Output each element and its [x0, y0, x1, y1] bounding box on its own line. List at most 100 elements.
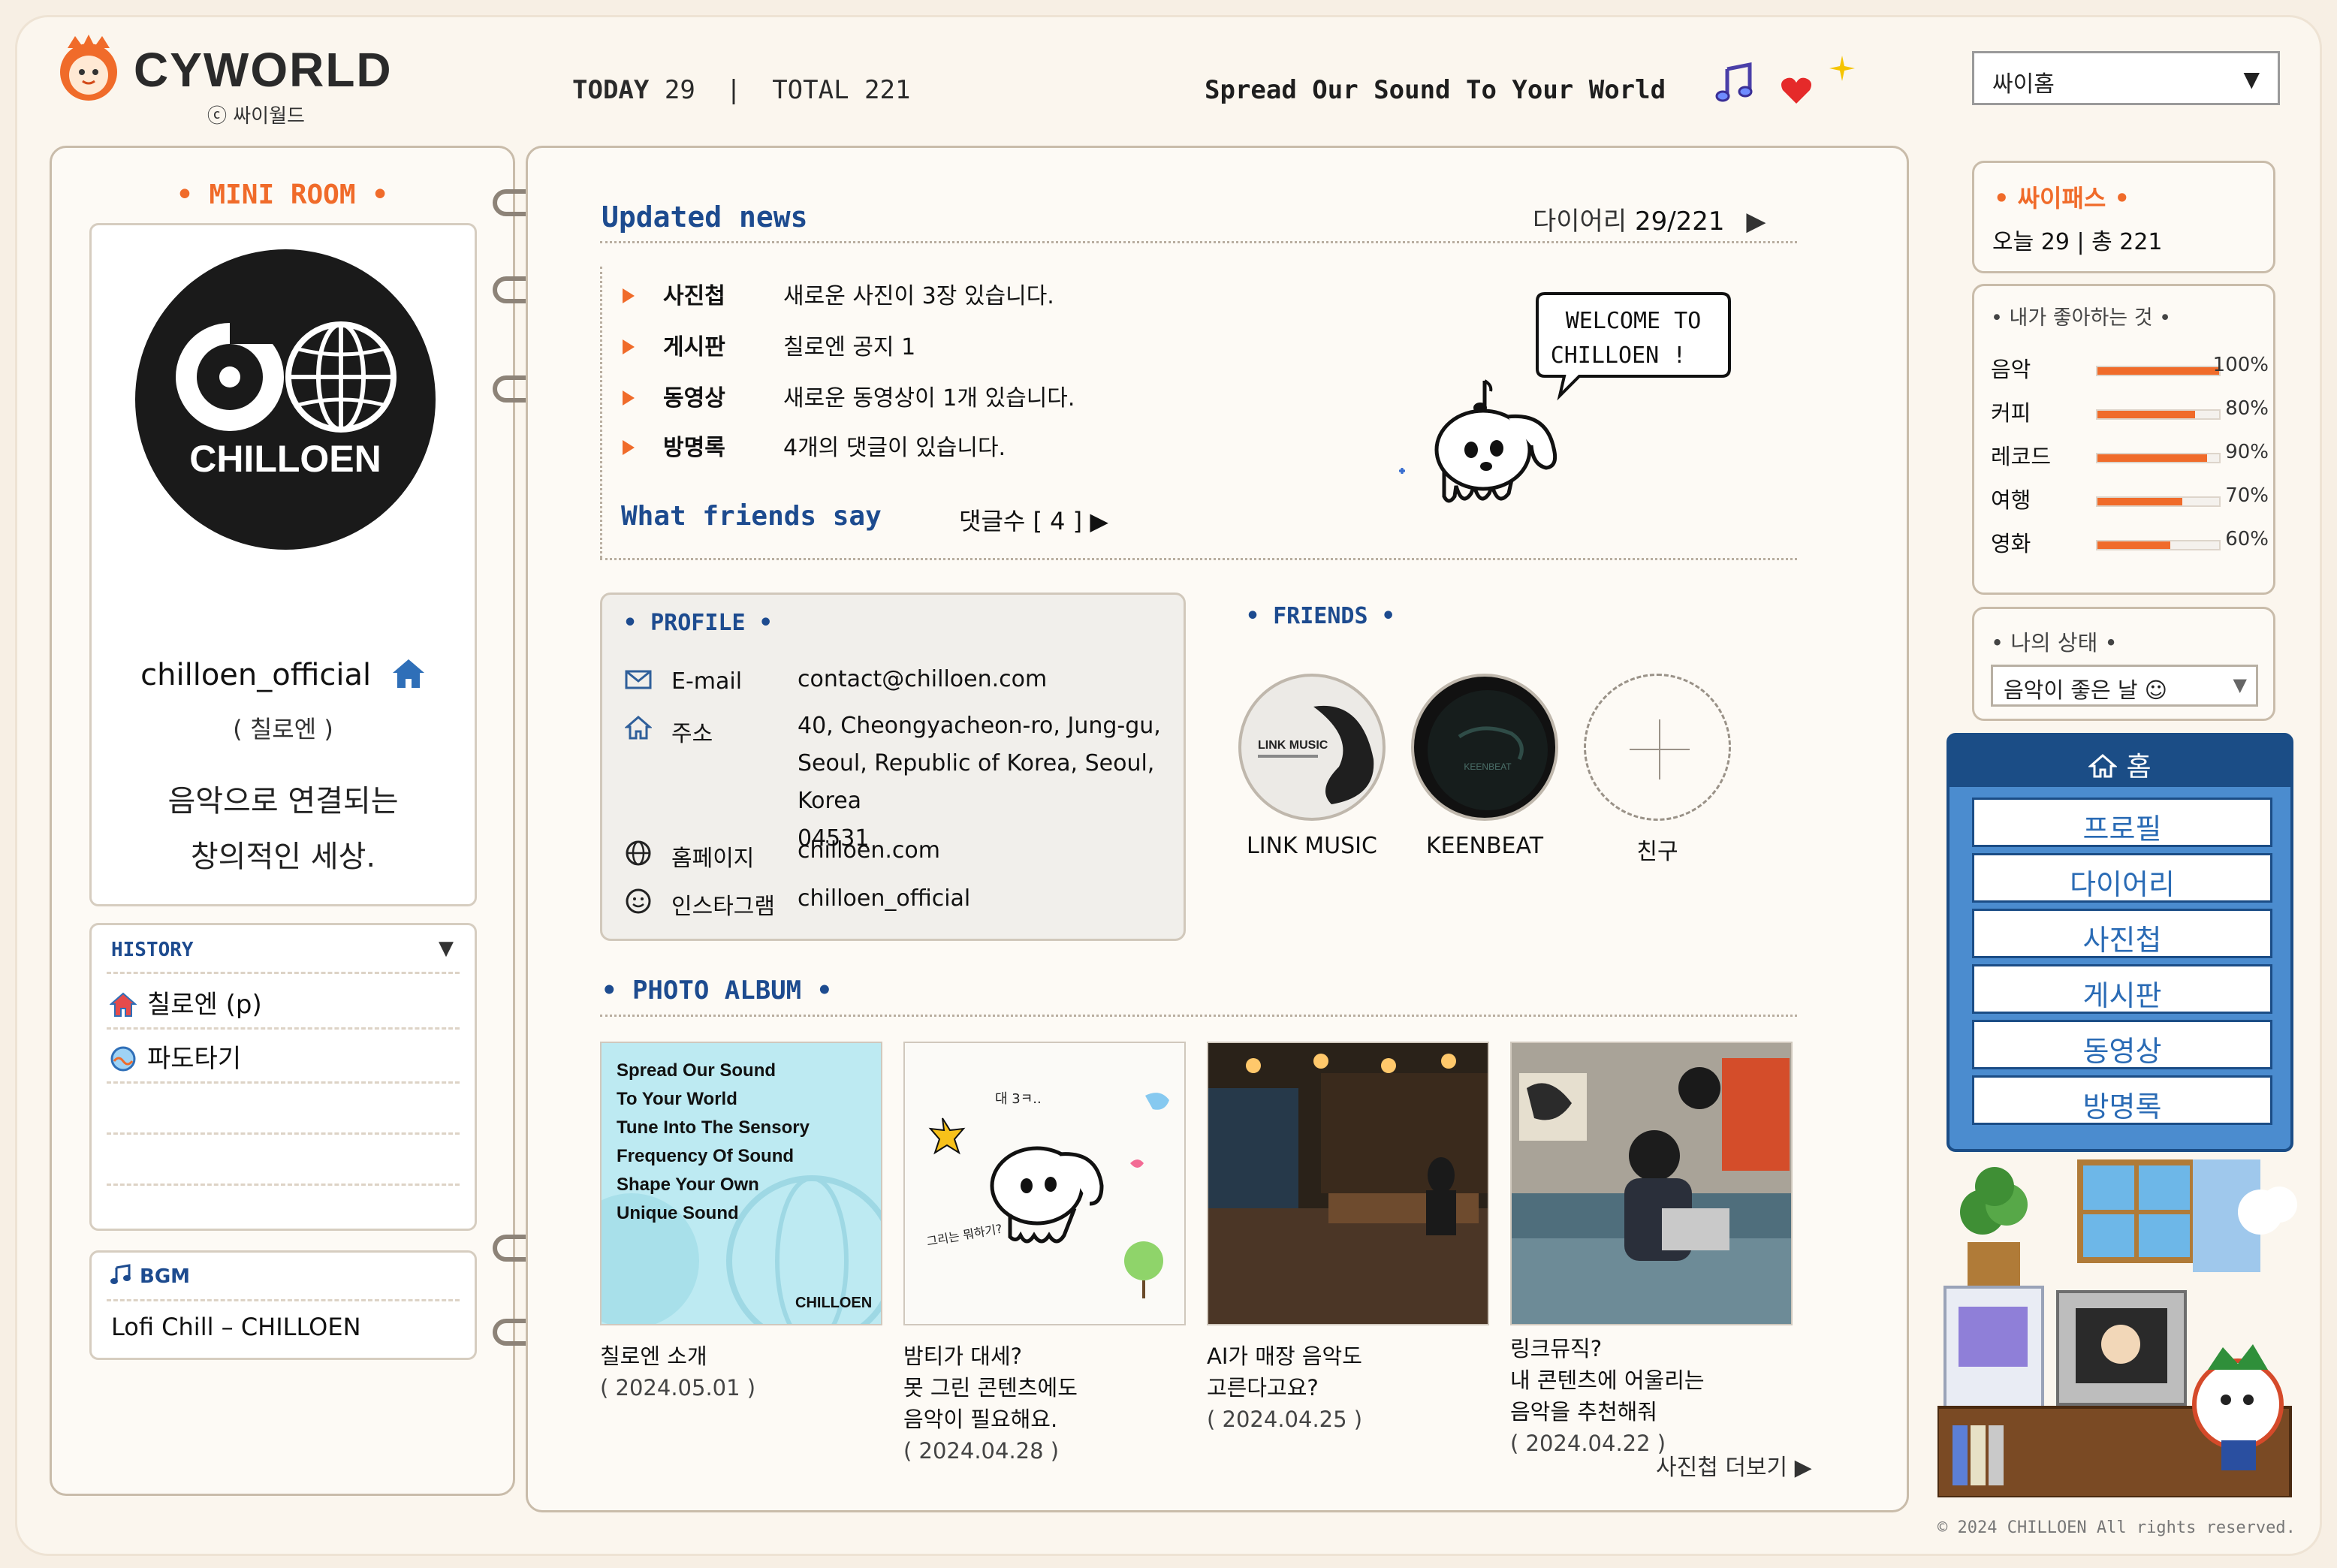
nav-tab-photos[interactable]: 사진첩 — [1972, 909, 2272, 958]
caption-date: ( 2024.04.25 ) — [1207, 1407, 1363, 1432]
total-label: TOTAL — [772, 75, 849, 105]
photo-caption[interactable]: 칠로엔 소개 ( 2024.05.01 ) — [600, 1340, 755, 1404]
main-content: Updated news 다이어리 29/221 ▶ 사진첩 새로운 사진이 3장… — [526, 146, 1909, 1512]
friend-avatar[interactable]: KEENBEAT — [1411, 674, 1558, 821]
friend-name[interactable]: 친구 — [1567, 833, 1747, 866]
news-text: 새로운 사진이 3장 있습니다. — [783, 283, 1054, 309]
site-select-dropdown[interactable]: 싸이홈 ▼ — [1972, 51, 2280, 105]
profile-card: • PROFILE • E-mail contact@chilloen.com … — [600, 593, 1186, 941]
nav-tab-board[interactable]: 게시판 — [1972, 964, 2272, 1014]
keenbeat-logo: KEENBEAT — [1428, 690, 1548, 810]
today-label: TODAY — [572, 75, 650, 105]
smiley-icon — [626, 888, 651, 914]
email-value[interactable]: contact@chilloen.com — [798, 661, 1188, 698]
chevron-down-icon: ▼ — [2233, 674, 2247, 695]
updated-news-title: Updated news — [602, 201, 808, 234]
comment-count[interactable]: 댓글수 [ 4 ] ▶ — [959, 502, 1108, 537]
home-icon — [109, 992, 137, 1017]
photo-caption[interactable]: 밤티가 대세? 못 그린 콘텐츠에도 음악이 필요해요. ( 2024.04.2… — [903, 1340, 1078, 1467]
doodle-dog-image: 대 3ㅋ.. 그리는 뭐하기? — [925, 1091, 1169, 1298]
like-percent: 80% — [2225, 397, 2269, 420]
brand-name: CYWORLD — [134, 43, 393, 97]
friend-name[interactable]: KEENBEAT — [1395, 833, 1575, 859]
keenbeat-logo-text: KEENBEAT — [1464, 761, 1512, 772]
like-row: 여행 70% — [1991, 483, 2269, 513]
caption-title: 밤티가 대세? — [903, 1343, 1023, 1369]
what-friends-say-link[interactable]: What friends say — [621, 501, 882, 532]
like-name: 영화 — [1991, 531, 2031, 556]
bgm-track[interactable]: Lofi Chill – CHILLOEN — [111, 1313, 361, 1341]
bullet-triangle-icon — [623, 440, 635, 455]
home-outline-icon — [625, 716, 652, 740]
photo-thumbnail[interactable] — [1510, 1042, 1793, 1325]
motto-line: 음악으로 연결되는 — [167, 784, 399, 819]
news-row[interactable]: 방명록 4개의 댓글이 있습니다. — [623, 429, 1006, 462]
address-line: Seoul, Republic of Korea, Seoul, Korea — [798, 750, 1155, 814]
like-bar-track — [2096, 366, 2221, 376]
cyworld-mascot-icon — [60, 35, 117, 101]
like-name: 여행 — [1991, 487, 2031, 513]
friend-avatar[interactable]: LINK MUSIC — [1238, 674, 1386, 821]
friend-name[interactable]: LINK MUSIC — [1222, 833, 1402, 859]
chevron-down-icon[interactable]: ▼ — [439, 937, 454, 960]
sparkle-icon — [1829, 56, 1855, 81]
news-category: 방명록 — [663, 435, 725, 461]
news-text: 4개의 댓글이 있습니다. — [783, 435, 1006, 461]
cafe-interior-image — [1208, 1043, 1488, 1324]
like-bar-track — [2096, 453, 2221, 463]
bullet-triangle-icon — [623, 288, 635, 303]
history-box: HISTORY ▼ 칠로엔 (p) 파도타기 — [89, 923, 477, 1231]
photo-thumbnail[interactable]: 대 3ㅋ.. 그리는 뭐하기? — [903, 1042, 1186, 1325]
photo-caption[interactable]: 링크뮤직? 내 콘텐츠에 어울리는 음악을 추천해줘 ( 2024.04.22 … — [1510, 1333, 1705, 1459]
history-item[interactable]: 파도타기 — [110, 1038, 241, 1075]
news-row[interactable]: 게시판 칠로엔 공지 1 — [623, 328, 915, 361]
caption-title: AI가 매장 음악도 — [1207, 1343, 1362, 1369]
poster-text-line: Spread Our Sound — [617, 1060, 776, 1081]
mood-select-dropdown[interactable]: 음악이 좋은 날 ☺ ▼ — [1991, 665, 2258, 707]
history-item-label: 칠로엔 (p) — [147, 990, 262, 1020]
history-item[interactable]: 칠로엔 (p) — [109, 984, 262, 1021]
chevron-down-icon: ▼ — [2243, 67, 2260, 92]
photo-thumbnail[interactable]: Spread Our Sound To Your World Tune Into… — [600, 1042, 882, 1325]
nav-tab-profile[interactable]: 프로필 — [1972, 798, 2272, 847]
play-arrow-icon: ▶ — [1746, 207, 1766, 237]
like-percent: 100% — [2212, 354, 2269, 376]
homepage-link[interactable]: chilloen.com — [798, 832, 1188, 870]
likes-card: • 내가 좋아하는 것 • 음악 100% 커피 80% 레코드 90% 여행 … — [1972, 284, 2275, 595]
like-row: 레코드 90% — [1991, 439, 2269, 469]
caption-title: 고른다고요? — [1207, 1375, 1319, 1401]
profile-title: • PROFILE • — [623, 610, 773, 636]
bgm-title-text: BGM — [140, 1265, 191, 1288]
nav-tab-guestbook[interactable]: 방명록 — [1972, 1075, 2272, 1125]
instagram-link[interactable]: chilloen_official — [798, 880, 1188, 918]
mood-title: • 나의 상태 • — [1991, 630, 2118, 656]
nav-tab-diary[interactable]: 다이어리 — [1972, 853, 2272, 903]
more-photos-link[interactable]: 사진첩 더보기 ▶ — [1656, 1449, 1812, 1482]
site-select-value: 싸이홈 — [1992, 71, 2055, 98]
username: chilloen_official — [92, 658, 475, 692]
username-text: chilloen_official — [140, 658, 372, 692]
photo-thumbnail[interactable] — [1207, 1042, 1489, 1325]
brand-subtitle: ⓒ 싸이월드 — [207, 105, 305, 128]
caption-title: 음악이 필요해요. — [903, 1407, 1058, 1432]
like-bar-track — [2096, 540, 2221, 550]
cypass-card: • 싸이패스 • 오늘 29 | 총 221 — [1972, 161, 2275, 273]
nav-home-tab[interactable]: 홈 — [1950, 736, 2290, 787]
cyworld-logo[interactable]: CYWORLD ⓒ 싸이월드 — [53, 29, 391, 128]
news-row[interactable]: 사진첩 새로운 사진이 3장 있습니다. — [623, 277, 1054, 310]
diary-counter[interactable]: 다이어리 29/221 ▶ — [1533, 201, 1766, 237]
news-row[interactable]: 동영상 새로운 동영상이 1개 있습니다. — [623, 379, 1075, 412]
nav-tab-videos[interactable]: 동영상 — [1972, 1020, 2272, 1069]
caption-title: 링크뮤직? — [1510, 1336, 1603, 1361]
like-bar-track — [2096, 496, 2221, 507]
caption-title: 못 그린 콘텐츠에도 — [903, 1375, 1078, 1401]
caption-date: ( 2024.04.28 ) — [903, 1438, 1060, 1464]
divider — [107, 1184, 460, 1186]
mood-card: • 나의 상태 • 음악이 좋은 날 ☺ ▼ — [1972, 607, 2275, 721]
person-laptop-image — [1512, 1043, 1791, 1324]
home-icon[interactable] — [391, 658, 426, 689]
add-friend-button[interactable] — [1584, 674, 1731, 821]
divider — [107, 1027, 460, 1030]
photo-caption[interactable]: AI가 매장 음악도 고른다고요? ( 2024.04.25 ) — [1207, 1340, 1362, 1435]
caption-title: 내 콘텐츠에 어울리는 — [1510, 1367, 1705, 1393]
